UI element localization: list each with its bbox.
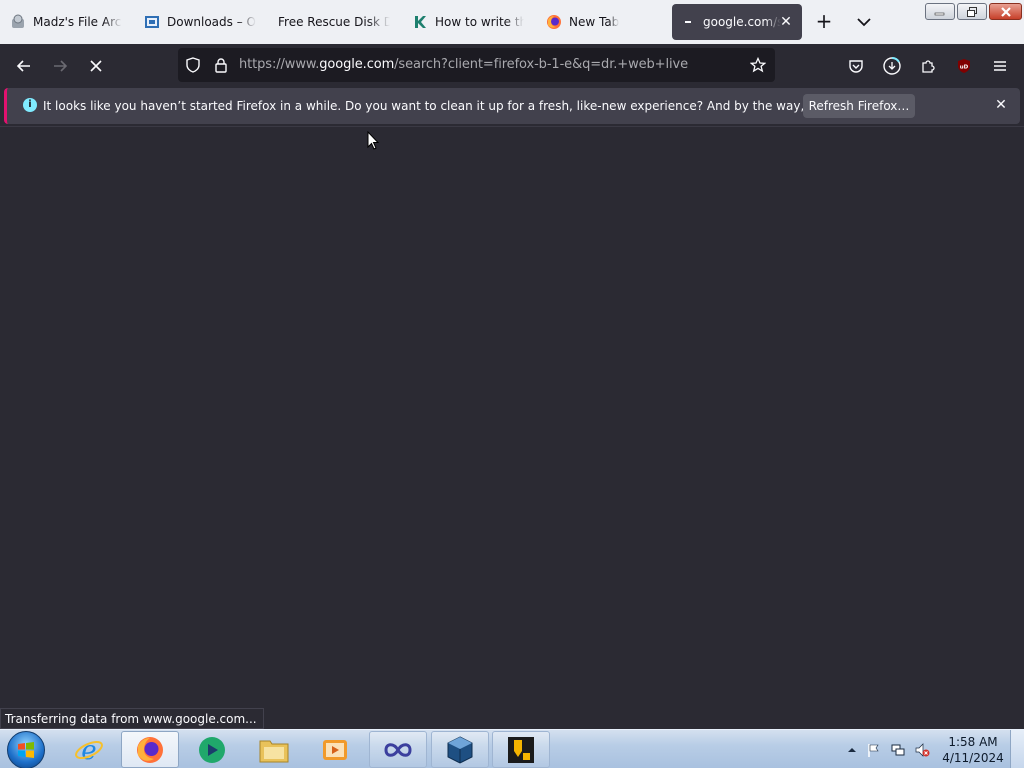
archive-icon bbox=[10, 14, 26, 30]
lock-icon[interactable] bbox=[213, 57, 229, 77]
infinity-icon bbox=[384, 742, 412, 757]
bookmark-star-icon[interactable] bbox=[749, 56, 767, 77]
media-player-icon bbox=[199, 736, 225, 763]
restore-icon bbox=[967, 6, 977, 17]
tab-title: New Tab bbox=[569, 15, 620, 29]
tab-google-search[interactable]: google.com/s ✕ bbox=[672, 4, 802, 40]
chevron-down-icon bbox=[857, 18, 871, 27]
refresh-firefox-notification: i It looks like you haven’t started Fire… bbox=[4, 88, 1020, 124]
navigation-toolbar: https://www.google.com/search?client=fir… bbox=[0, 44, 1024, 86]
app-menu-button[interactable] bbox=[988, 54, 1012, 78]
media-play-icon bbox=[323, 739, 347, 760]
system-tray bbox=[842, 730, 952, 768]
close-icon bbox=[1000, 6, 1011, 17]
back-arrow-icon bbox=[16, 60, 30, 72]
extensions-button[interactable] bbox=[916, 54, 940, 78]
close-window-button[interactable] bbox=[989, 3, 1022, 20]
firefox-icon bbox=[546, 14, 562, 30]
tracking-protection-shield-icon[interactable] bbox=[185, 57, 201, 77]
svg-text:uD: uD bbox=[960, 65, 969, 71]
clock-time: 1:58 AM bbox=[948, 735, 998, 749]
ublock-origin-button[interactable]: uD bbox=[952, 54, 976, 78]
taskbar-monitor-app[interactable] bbox=[492, 731, 550, 768]
restore-button[interactable] bbox=[957, 3, 987, 20]
show-desktop-button[interactable] bbox=[1010, 730, 1024, 768]
downloads-site-icon bbox=[144, 14, 160, 30]
tab-title: google.com/s bbox=[703, 15, 781, 29]
forward-button[interactable] bbox=[48, 54, 72, 78]
tab-how-to-write[interactable]: How to write the bbox=[412, 4, 524, 40]
minimize-button[interactable] bbox=[925, 3, 955, 20]
start-button[interactable] bbox=[7, 731, 45, 768]
monitor-app-icon bbox=[508, 736, 534, 763]
pocket-icon bbox=[849, 60, 863, 73]
tab-title: Downloads – Ora bbox=[167, 15, 256, 29]
ublock-origin-icon: uD bbox=[958, 59, 970, 73]
url-text[interactable]: https://www.google.com/search?client=fir… bbox=[239, 57, 688, 72]
url-scheme: https://www. bbox=[239, 57, 320, 72]
taskbar-file-explorer[interactable] bbox=[245, 731, 303, 768]
stop-icon bbox=[90, 60, 102, 72]
url-path: /search?client=firefox-b-1-e&q=dr.+web+l… bbox=[394, 57, 688, 72]
new-tab-button[interactable]: + bbox=[812, 10, 836, 34]
folder-icon bbox=[259, 740, 289, 762]
list-all-tabs-button[interactable] bbox=[852, 10, 876, 34]
stop-loading-button[interactable] bbox=[84, 54, 108, 78]
info-icon: i bbox=[23, 98, 37, 112]
windows-logo-icon bbox=[18, 742, 34, 758]
network-icon[interactable] bbox=[890, 742, 906, 758]
taskbar-infinity-app[interactable] bbox=[369, 731, 427, 768]
minimize-icon bbox=[934, 12, 945, 15]
tab-title: Madz's File Archi bbox=[33, 15, 122, 29]
svg-text:e: e bbox=[81, 736, 96, 765]
taskbar-media-app[interactable] bbox=[183, 731, 241, 768]
taskbar-internet-explorer[interactable]: e bbox=[60, 731, 118, 768]
tab-free-rescue-disk[interactable]: Free Rescue Disk Dov bbox=[278, 4, 390, 40]
clock-date: 4/11/2024 bbox=[942, 751, 1004, 765]
page-content-area[interactable] bbox=[0, 126, 1024, 728]
close-notification-icon[interactable]: ✕ bbox=[993, 97, 1009, 113]
pocket-button[interactable] bbox=[844, 54, 868, 78]
download-progress-icon bbox=[883, 56, 901, 75]
action-center-flag-icon[interactable] bbox=[866, 742, 882, 758]
k-site-icon bbox=[412, 14, 428, 30]
taskbar-virtualbox[interactable] bbox=[431, 731, 489, 768]
tab-title: Free Rescue Disk Dov bbox=[278, 15, 390, 29]
mouse-cursor-icon bbox=[367, 130, 380, 154]
refresh-firefox-button[interactable]: Refresh Firefox… bbox=[803, 94, 915, 118]
taskbar-clock[interactable]: 1:58 AM 4/11/2024 bbox=[942, 734, 1004, 766]
firefox-icon bbox=[137, 736, 163, 763]
taskbar-media-center[interactable] bbox=[306, 731, 364, 768]
forward-arrow-icon bbox=[54, 60, 68, 72]
cube-icon bbox=[447, 735, 473, 764]
loading-icon bbox=[680, 14, 696, 30]
volume-muted-icon[interactable] bbox=[914, 742, 930, 758]
hamburger-menu-icon bbox=[994, 61, 1006, 71]
downloads-button[interactable] bbox=[880, 54, 904, 78]
tab-title: How to write the bbox=[435, 15, 524, 29]
internet-explorer-icon: e bbox=[75, 736, 103, 765]
tab-downloads[interactable]: Downloads – Ora bbox=[144, 4, 256, 40]
window-controls bbox=[925, 3, 1022, 20]
status-panel: Transferring data from www.google.com... bbox=[0, 708, 264, 729]
tab-strip: Madz's File Archi Downloads – Ora Free R… bbox=[0, 0, 1024, 44]
windows-taskbar: e 1:58 AM 4/11/2024 bbox=[0, 729, 1024, 768]
puzzle-icon bbox=[922, 60, 935, 73]
close-tab-icon[interactable]: ✕ bbox=[778, 14, 794, 30]
taskbar-firefox[interactable] bbox=[121, 731, 179, 768]
back-button[interactable] bbox=[12, 54, 36, 78]
show-hidden-icons-icon[interactable] bbox=[844, 742, 860, 758]
notification-message: It looks like you haven’t started Firefo… bbox=[43, 99, 899, 113]
url-host: google.com bbox=[319, 57, 395, 72]
tab-new-tab[interactable]: New Tab bbox=[546, 4, 658, 40]
tab-madz-file-archive[interactable]: Madz's File Archi bbox=[10, 4, 122, 40]
address-bar[interactable]: https://www.google.com/search?client=fir… bbox=[178, 48, 775, 82]
